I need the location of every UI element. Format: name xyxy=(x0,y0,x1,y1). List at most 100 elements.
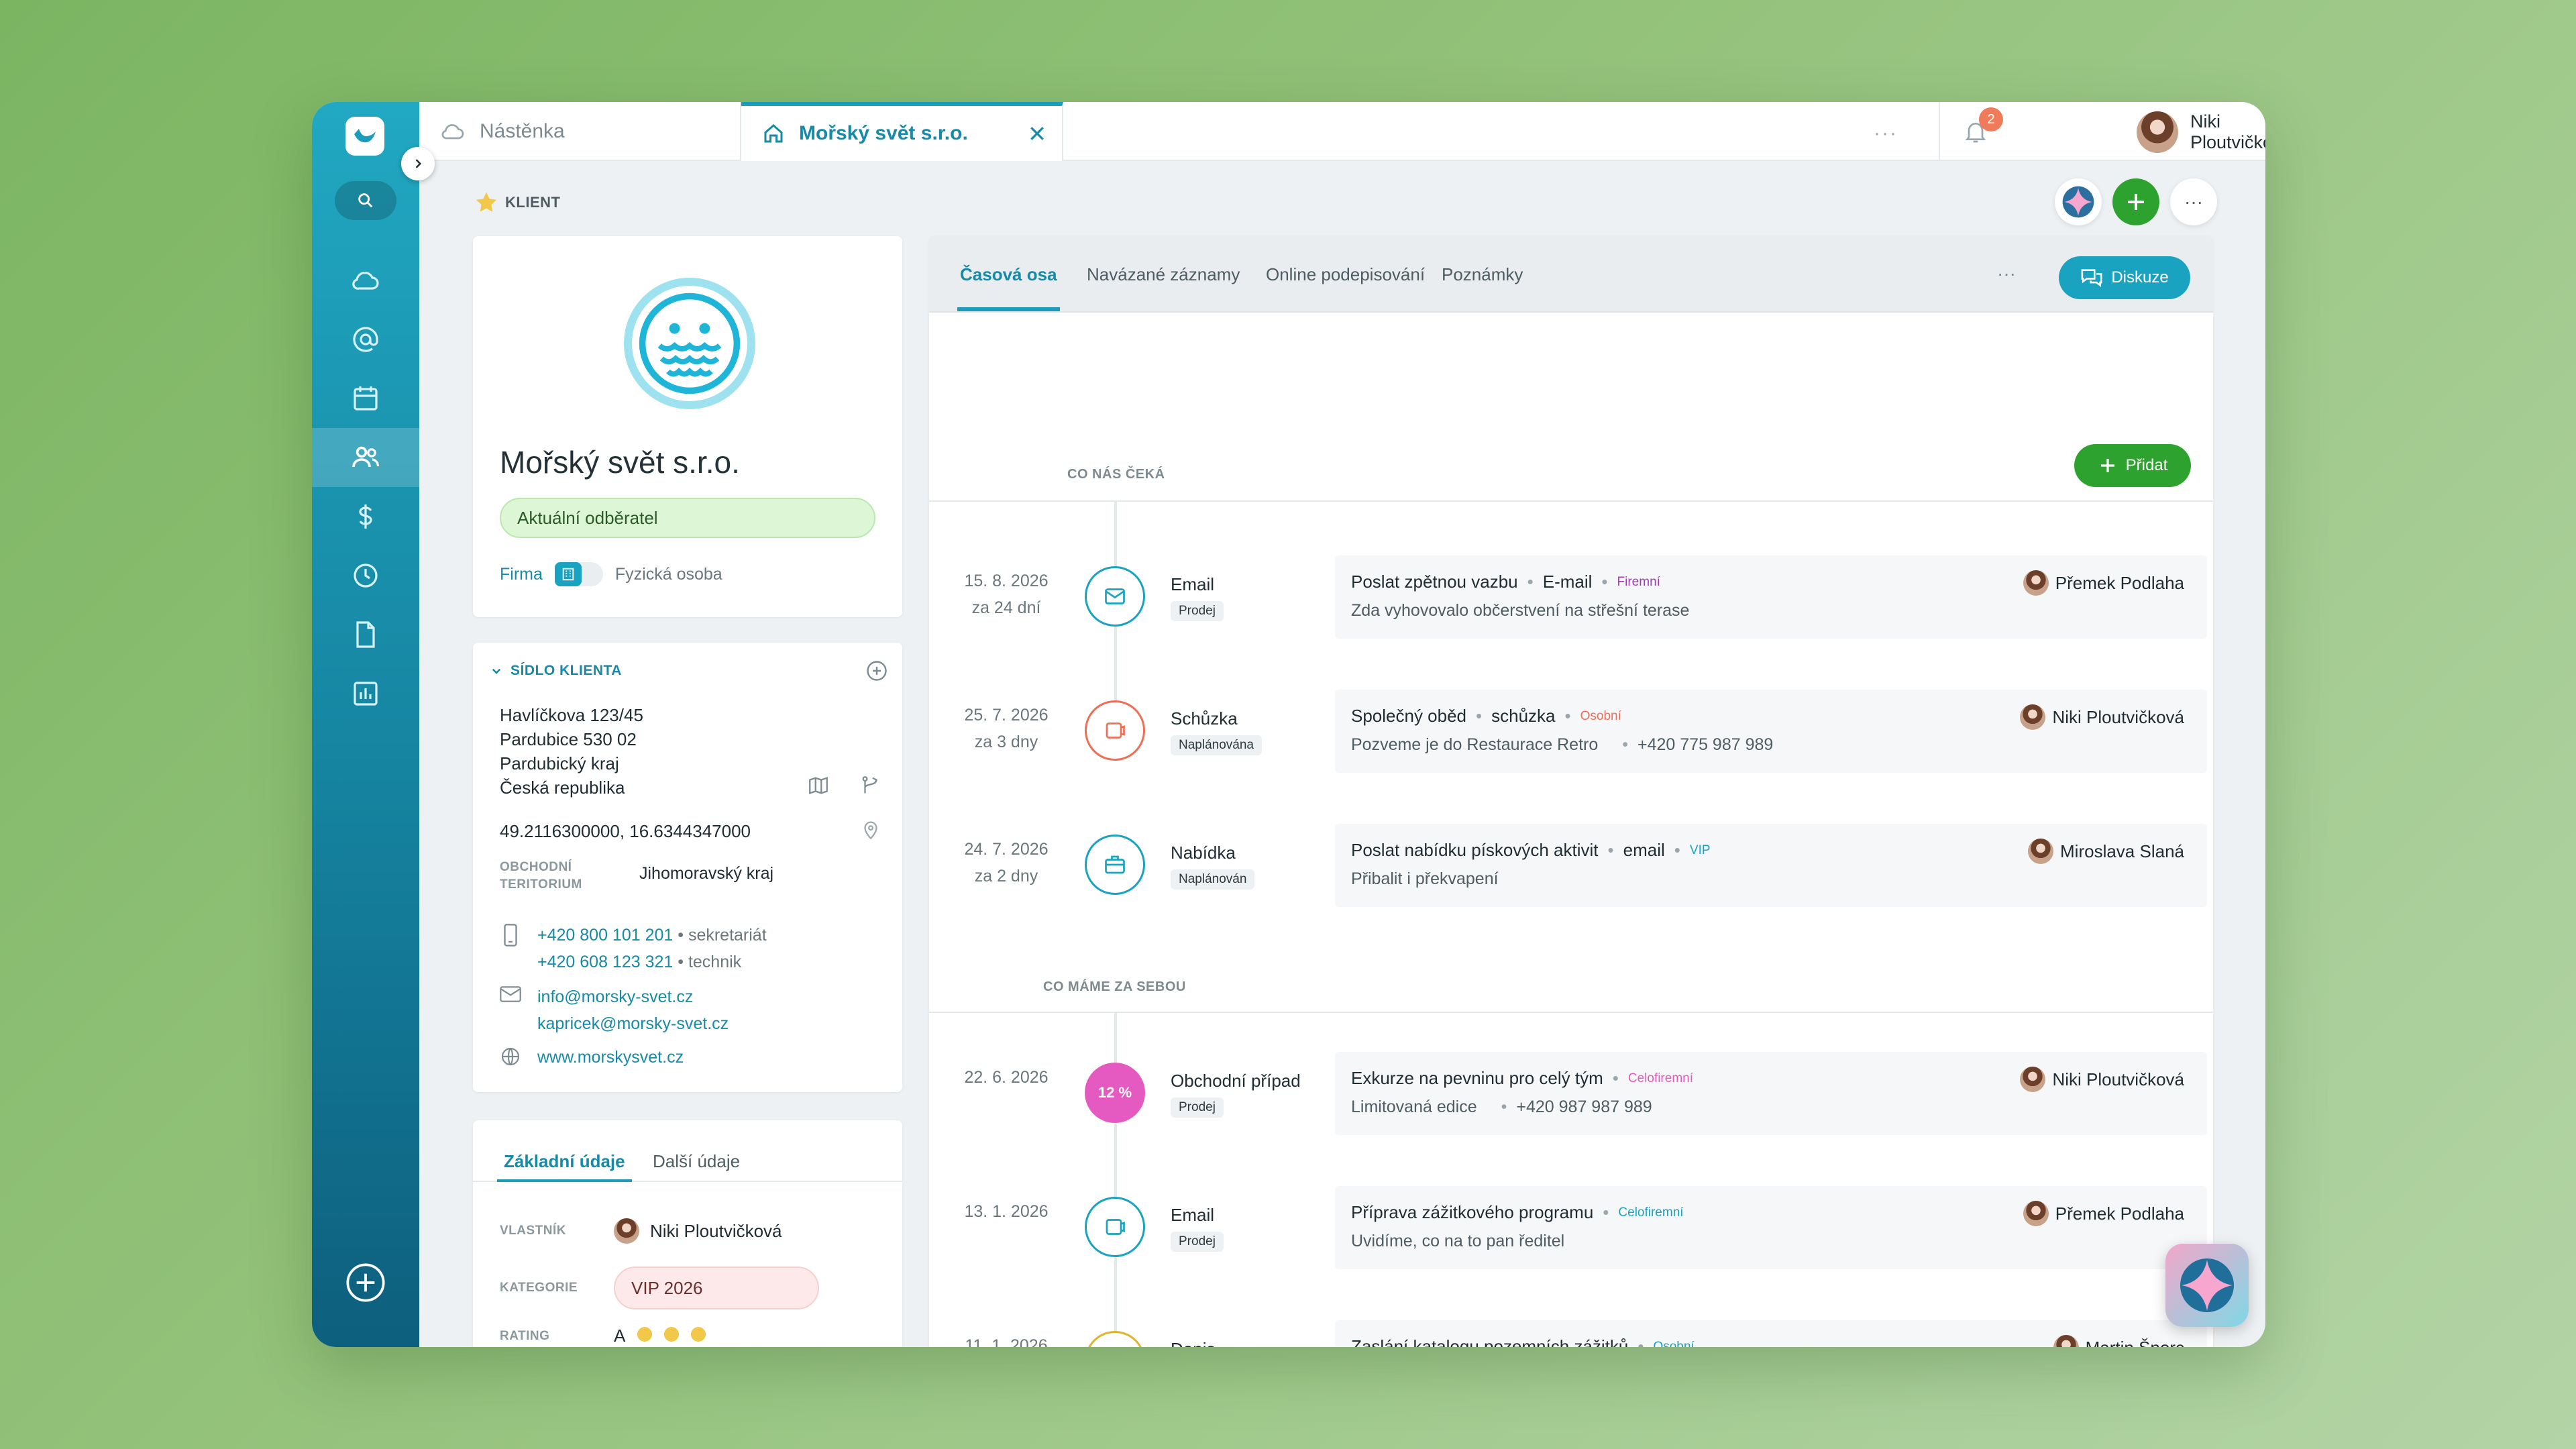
sidebar-item-reports[interactable] xyxy=(312,664,419,723)
event-assignee[interactable]: Miroslava Slaná xyxy=(2028,839,2184,864)
event-detail[interactable]: Poslat nabídku pískových aktivit • email … xyxy=(1335,824,2207,907)
sidebar-search-button[interactable] xyxy=(335,181,396,220)
ai-assistant-fab[interactable] xyxy=(2165,1244,2249,1327)
event-title: Poslat nabídku pískových aktivit xyxy=(1351,840,1599,860)
event-assignee[interactable]: Niki Ploutvičková xyxy=(2020,1067,2184,1092)
event-title: Exkurze na pevninu pro celý tým xyxy=(1351,1068,1603,1088)
tabs-more-button[interactable]: ··· xyxy=(1874,122,1898,145)
event-assignee[interactable]: Přemek Podlaha xyxy=(2023,570,2184,596)
email-link[interactable]: info@morsky-svet.cz xyxy=(537,983,729,1010)
territory-value: Jihomoravský kraj xyxy=(639,864,774,883)
close-icon[interactable] xyxy=(1027,123,1047,149)
user-menu[interactable]: Niki Ploutvičková xyxy=(2125,111,2265,153)
category-badge[interactable]: VIP 2026 xyxy=(614,1267,819,1309)
timeline-tabs: Časová osa Navázané záznamy Online podep… xyxy=(929,236,2213,313)
sidebar-expand-button[interactable] xyxy=(401,147,435,180)
address-region: Pardubický kraj xyxy=(500,753,619,773)
event-title: Zaslání katalogu pozemních zážitků xyxy=(1351,1336,1629,1347)
event-channel: E-mail xyxy=(1542,572,1593,592)
event-phone[interactable]: +420 987 987 989 xyxy=(1516,1097,1652,1116)
sidebar-item-documents[interactable] xyxy=(312,605,419,664)
tab-linked-records[interactable]: Navázané záznamy xyxy=(1087,264,1240,285)
timeline-event[interactable]: 15. 8. 2026 za 24 dní Email Prodej Posla… xyxy=(929,555,2213,639)
add-activity-button[interactable]: Přidat xyxy=(2074,444,2191,487)
phone-link[interactable]: +420 608 123 321 xyxy=(537,953,673,971)
event-tag: Prodej xyxy=(1171,1232,1224,1252)
phone-link[interactable]: +420 800 101 201 xyxy=(537,926,673,945)
add-address-button[interactable] xyxy=(865,659,889,686)
event-detail[interactable]: Poslat zpětnou vazbu • E-mail • Firemní Z… xyxy=(1335,555,2207,639)
tab-basic-info[interactable]: Základní údaje xyxy=(497,1151,632,1182)
event-detail[interactable]: Zaslání katalogu pozemních zážitků • Oso… xyxy=(1335,1320,2207,1347)
location-pin-icon[interactable] xyxy=(859,818,882,841)
timeline-event[interactable]: 22. 6. 2026 12 % Obchodní případ Prodej … xyxy=(929,1052,2213,1135)
user-name: Niki Ploutvičková xyxy=(2190,111,2265,152)
globe-icon xyxy=(501,1047,520,1066)
address-country: Česká republika xyxy=(500,777,625,798)
event-desc-row: Limitovaná edice • +420 987 987 989 xyxy=(1351,1097,1652,1116)
type-toggle[interactable] xyxy=(554,562,603,586)
tab-notes[interactable]: Poznámky xyxy=(1442,264,1523,285)
meeting-icon xyxy=(1085,1197,1145,1257)
tab-timeline[interactable]: Časová osa xyxy=(957,264,1060,311)
tab-online-signing[interactable]: Online podepisování xyxy=(1266,264,1425,285)
sidebar-item-dashboard[interactable] xyxy=(312,251,419,310)
tab-client[interactable]: Mořský svět s.r.o. xyxy=(741,102,1063,161)
event-channel: email xyxy=(1623,840,1665,860)
event-detail[interactable]: Příprava zážitkového programu • Celofire… xyxy=(1335,1186,2207,1269)
event-tag: Naplánován xyxy=(1171,869,1255,890)
tab-label: Mořský svět s.r.o. xyxy=(799,122,968,144)
event-description: Limitovaná edice xyxy=(1351,1097,1477,1116)
cloud-icon xyxy=(441,124,464,140)
sidebar-item-email[interactable] xyxy=(312,310,419,369)
email-link[interactable]: kapricek@morsky-svet.cz xyxy=(537,1010,729,1037)
tab-more-info[interactable]: Další údaje xyxy=(653,1151,740,1172)
sidebar-item-contacts[interactable] xyxy=(312,428,419,487)
past-title: CO MÁME ZA SEBOU xyxy=(1043,979,1186,994)
sidebar-item-calendar[interactable] xyxy=(312,369,419,428)
sidebar-item-time[interactable] xyxy=(312,546,419,605)
plus-circle-icon xyxy=(346,1263,385,1302)
map-icon[interactable] xyxy=(807,774,830,797)
discussion-button[interactable]: Diskuze xyxy=(2059,256,2190,299)
territory-label: OBCHODNÍ TERITORIUM xyxy=(500,860,582,892)
event-assignee[interactable]: Martin Šnorc xyxy=(2053,1335,2184,1347)
chart-icon xyxy=(354,682,378,706)
timeline-event[interactable]: 24. 7. 2026 za 2 dny Nabídka Naplánován … xyxy=(929,824,2213,907)
ai-assistant-button[interactable] xyxy=(2055,178,2102,225)
timeline-event[interactable]: 11. 1. 2026 Dopis Prodej Zaslání katalog… xyxy=(929,1320,2213,1347)
gps-coordinates: 49.2116300000, 16.6344347000 xyxy=(500,821,751,841)
timeline-event[interactable]: 13. 1. 2026 Email Prodej Příprava zážitk… xyxy=(929,1186,2213,1269)
avatar xyxy=(2053,1335,2079,1347)
event-tag: Prodej xyxy=(1171,601,1224,621)
breadcrumb-label: KLIENT xyxy=(505,194,561,211)
mail-icon xyxy=(500,986,521,1002)
section-toggle[interactable]: SÍDLO KLIENTA xyxy=(490,663,622,679)
sidebar-item-sales[interactable] xyxy=(312,487,419,546)
event-detail[interactable]: Společný oběd • schůzka • Osobní Pozveme … xyxy=(1335,690,2207,773)
add-button[interactable] xyxy=(2112,178,2159,225)
tab-dashboard[interactable]: Nástěnka xyxy=(419,102,741,161)
more-button[interactable]: ··· xyxy=(1997,263,2016,284)
rating-row: RATING A xyxy=(500,1326,706,1346)
rating-label: RATING xyxy=(500,1328,550,1343)
star-icon[interactable] xyxy=(473,189,500,216)
timeline-event[interactable]: 25. 7. 2026 za 3 dny Schůzka Naplánována… xyxy=(929,690,2213,773)
event-detail[interactable]: Exkurze na pevninu pro celý tým • Celofi… xyxy=(1335,1052,2207,1135)
smile-wave-icon xyxy=(639,292,741,394)
sidebar-add-button[interactable] xyxy=(344,1261,387,1304)
address-city: Pardubice 530 02 xyxy=(500,729,637,749)
status-badge[interactable]: Aktuální odběratel xyxy=(500,498,875,538)
event-assignee[interactable]: Niki Ploutvičková xyxy=(2020,704,2184,730)
owner-value[interactable]: Niki Ploutvičková xyxy=(650,1221,782,1242)
event-phone[interactable]: +420 775 987 989 xyxy=(1638,735,1773,754)
more-button[interactable]: ··· xyxy=(2170,178,2217,225)
letter-icon xyxy=(1085,1331,1145,1347)
basic-info-card: Základní údaje Další údaje VLASTNÍK Niki… xyxy=(473,1120,902,1347)
phone-note: • sekretariát xyxy=(673,926,767,945)
web-link[interactable]: www.morskysvet.cz xyxy=(537,1044,684,1071)
event-assignee[interactable]: Přemek Podlaha xyxy=(2023,1201,2184,1226)
route-icon[interactable] xyxy=(859,774,882,797)
app-logo[interactable] xyxy=(345,117,384,156)
divider xyxy=(929,1012,2213,1013)
